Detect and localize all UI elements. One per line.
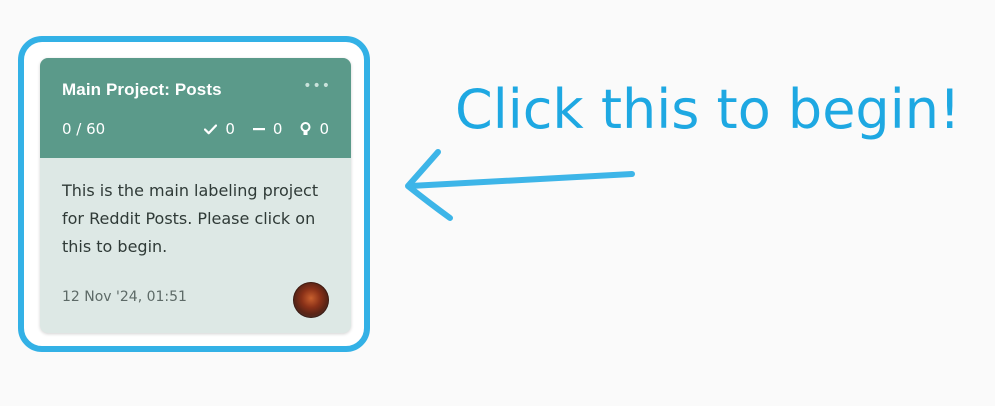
minus-icon (252, 128, 265, 131)
avatar (293, 282, 329, 318)
predictions-count: 0 (319, 120, 329, 138)
project-title: Main Project: Posts (62, 80, 222, 99)
created-date: 12 Nov '24, 01:51 (62, 289, 187, 305)
arrow-icon (405, 149, 635, 221)
completed-stat: 0 (204, 120, 235, 138)
predictions-stat: 0 (300, 120, 329, 138)
check-icon (204, 123, 218, 134)
card-header: Main Project: Posts ••• 0 / 60 0 0 0 (40, 58, 351, 158)
skipped-stat: 0 (252, 120, 283, 138)
lightbulb-icon (300, 122, 311, 135)
stats-row: 0 0 0 (186, 120, 329, 138)
project-card[interactable]: Main Project: Posts ••• 0 / 60 0 0 0 Thi… (40, 58, 351, 333)
annotation-text: Click this to begin! (455, 78, 961, 141)
more-options-icon[interactable]: ••• (303, 78, 331, 94)
project-description: This is the main labeling project for Re… (62, 181, 319, 256)
progress-count: 0 / 60 (62, 120, 106, 138)
completed-count: 0 (225, 120, 235, 138)
skipped-count: 0 (272, 120, 283, 138)
